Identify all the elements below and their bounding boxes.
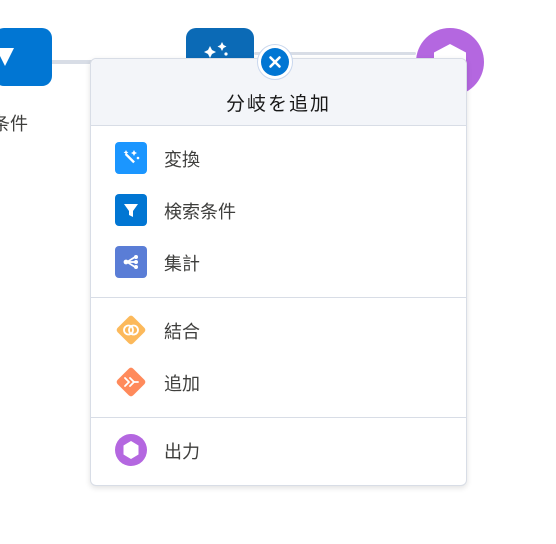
menu-item-label: 変換: [164, 150, 200, 171]
menu-item-label: 追加: [164, 374, 200, 395]
filter-icon: [115, 194, 147, 226]
menu-item-aggregate[interactable]: 集計: [91, 240, 466, 284]
close-button[interactable]: [257, 44, 293, 80]
menu-item-label: 集計: [164, 254, 200, 275]
menu-item-label: 結合: [164, 322, 200, 343]
menu-item-join[interactable]: 結合: [91, 308, 466, 352]
menu-item-append[interactable]: 追加: [91, 360, 466, 404]
join-icon: [115, 314, 147, 346]
aggregate-icon: [115, 246, 147, 278]
menu-item-filter[interactable]: 検索条件: [91, 188, 466, 232]
menu-item-transform[interactable]: 変換: [91, 136, 466, 180]
close-icon: [261, 48, 289, 76]
hexagon-icon: [115, 434, 147, 466]
add-branch-popover: 分岐を追加 変換 検索条件 集計 結合 追加 出力: [90, 58, 467, 486]
append-icon: [115, 366, 147, 398]
popover-title: 分岐を追加: [225, 93, 331, 115]
menu-divider: [91, 417, 466, 418]
filter-node[interactable]: [0, 28, 52, 86]
menu-item-label: 出力: [164, 442, 200, 463]
menu-item-label: 検索条件: [164, 202, 236, 223]
magic-wand-icon: [115, 142, 147, 174]
menu-item-output[interactable]: 出力: [91, 428, 466, 472]
menu-divider: [91, 297, 466, 298]
filter-icon: [0, 48, 14, 66]
filter-node-label: 条件: [0, 114, 28, 135]
